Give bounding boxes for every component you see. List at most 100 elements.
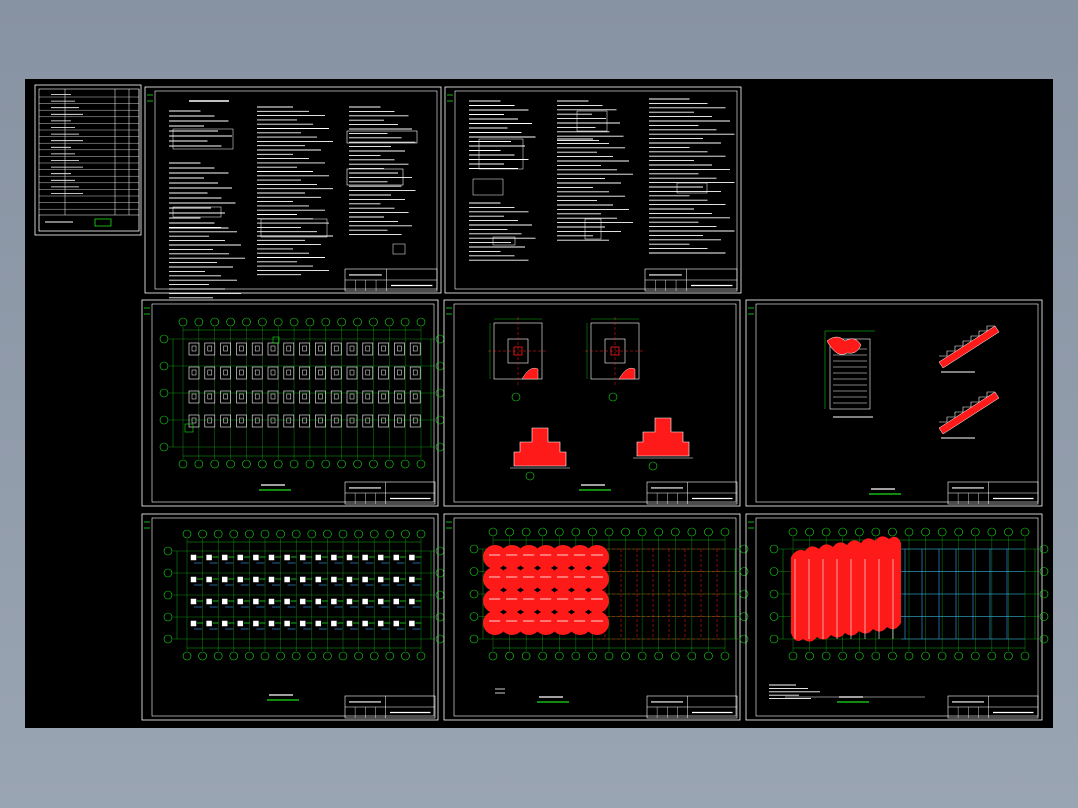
- sheet-border: [443, 299, 741, 507]
- grid-bubble: [1039, 544, 1049, 554]
- title-block: [947, 481, 1039, 505]
- grid-bubble: [687, 651, 697, 661]
- column-stub: [318, 417, 323, 424]
- grid-bubble: [720, 527, 730, 537]
- grid-bubble: [511, 392, 521, 402]
- column-mark: [221, 598, 228, 605]
- footing-outline: [220, 342, 231, 356]
- grid-bubble: [888, 651, 897, 661]
- grid-bubble: [258, 317, 267, 327]
- footing-outline: [299, 414, 310, 428]
- grid-bubble: [307, 651, 317, 661]
- grid-bubble: [554, 527, 564, 537]
- column-stub: [270, 345, 276, 352]
- column-mark: [284, 554, 290, 561]
- grid-bubble: [469, 634, 479, 644]
- grid-bubble: [637, 651, 647, 661]
- grid-bubble: [273, 459, 283, 469]
- footing-outline: [330, 390, 342, 404]
- grid-bubble: [416, 529, 426, 539]
- column-stub: [207, 345, 213, 352]
- column-stub: [223, 345, 228, 352]
- column-mark: [362, 554, 368, 561]
- column-mark: [346, 554, 353, 561]
- footing-outline: [394, 342, 405, 356]
- footing-outline: [283, 390, 295, 404]
- title-block: [646, 695, 738, 719]
- sheet-foundation-details: [443, 299, 741, 507]
- cad-canvas[interactable]: [25, 79, 1053, 728]
- footing-outline: [346, 366, 358, 380]
- column-mark: [362, 576, 368, 583]
- grid-bubble: [307, 529, 317, 539]
- grid-bubble: [769, 589, 779, 599]
- grid-bubble: [904, 651, 914, 661]
- sheet-border: [34, 84, 142, 236]
- footing-outline: [346, 390, 358, 404]
- footing-outline: [283, 366, 295, 380]
- grid-bubble: [194, 459, 204, 469]
- column-stub: [207, 417, 213, 424]
- cad-drawing-viewport[interactable]: [25, 79, 1053, 728]
- grid-bubble: [937, 527, 947, 537]
- grid-bubble: [226, 317, 235, 327]
- notes-table: [172, 206, 222, 218]
- grid-bubble: [608, 392, 618, 402]
- grid-bubble: [654, 651, 664, 661]
- grid-bubble: [838, 651, 848, 661]
- column-mark: [299, 554, 306, 561]
- reinforcement-cloud: [585, 589, 609, 613]
- column-stub: [286, 417, 292, 424]
- column-mark: [299, 620, 306, 627]
- notes-sketch: [392, 243, 406, 255]
- grid-bubble: [321, 317, 331, 327]
- grid-bubble: [525, 471, 535, 481]
- column-stub: [270, 393, 276, 400]
- grid-bubble: [621, 651, 630, 661]
- grid-bubble: [1039, 567, 1049, 576]
- footing-outline: [204, 390, 216, 404]
- column-stub: [239, 393, 244, 400]
- grid-bubble: [769, 612, 779, 621]
- grid-bubble: [242, 317, 251, 327]
- column-mark: [268, 576, 275, 583]
- title-block: [344, 481, 436, 505]
- grid-bubble: [871, 527, 881, 537]
- grid-bubble: [159, 442, 169, 452]
- column-stub: [381, 345, 386, 352]
- column-stub: [223, 417, 228, 424]
- column-stub: [302, 345, 307, 352]
- grid-bubble: [469, 612, 479, 621]
- grid-bubble: [159, 415, 169, 425]
- grid-bubble: [805, 651, 814, 661]
- column-stub: [397, 417, 402, 424]
- sheet-stair-details: [745, 299, 1043, 507]
- sheet-general-notes-1: [144, 86, 442, 299]
- grid-bubble: [805, 527, 814, 537]
- grid-bubble: [1004, 651, 1013, 661]
- grid-bubble: [521, 527, 531, 537]
- column-mark: [393, 598, 400, 605]
- column-stub: [381, 393, 386, 400]
- grid-bubble: [469, 567, 479, 576]
- column-stub: [412, 393, 418, 400]
- footing-outline: [378, 366, 389, 380]
- column-stub: [254, 369, 260, 376]
- footing-outline: [330, 414, 342, 428]
- grid-bubble: [435, 546, 445, 556]
- axis-grid: [159, 317, 445, 469]
- grid-bubble: [435, 612, 445, 622]
- grid-bubble: [163, 612, 173, 622]
- grid-bubble: [305, 459, 315, 469]
- grid-bubble: [401, 529, 410, 539]
- grid-bubble: [435, 334, 445, 344]
- column-stub: [302, 369, 307, 376]
- grid-bubble: [416, 651, 426, 661]
- grid-bubble: [739, 589, 749, 599]
- grid-bubble: [163, 590, 173, 600]
- column-mark: [393, 554, 400, 561]
- grid-bubble: [338, 651, 348, 661]
- grid-bubble: [163, 546, 173, 556]
- grid-bubble: [178, 317, 188, 327]
- footing-outline: [299, 390, 310, 404]
